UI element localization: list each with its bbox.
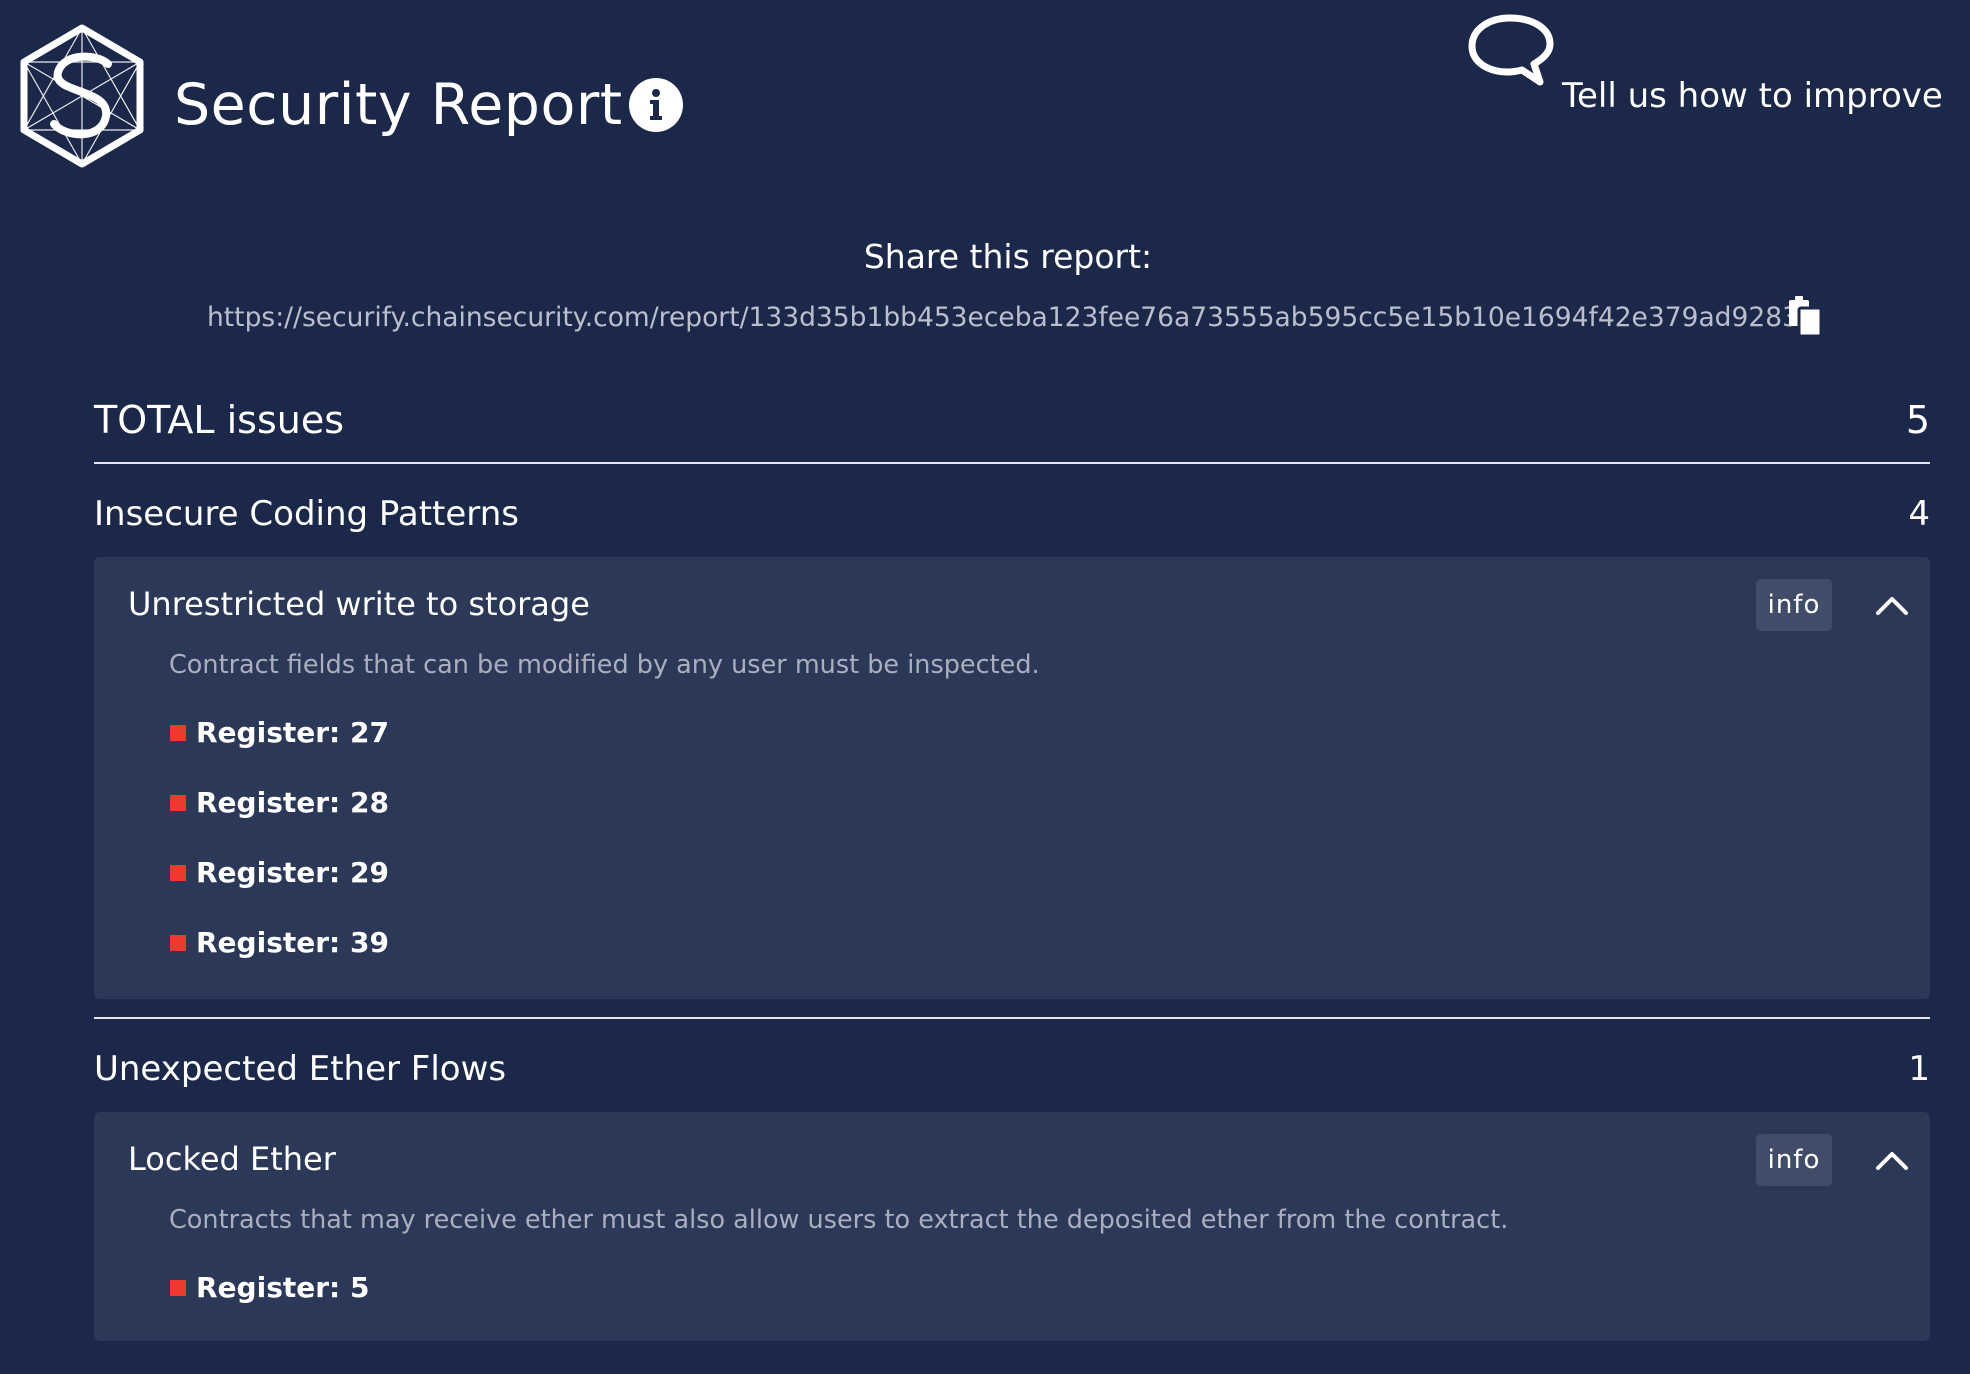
issue-card-locked-ether: Locked Ether info Contracts that may rec… [94,1112,1930,1341]
finding-bullet [170,725,186,741]
finding-label: Register: 27 [196,716,389,749]
finding-bullet [170,1280,186,1296]
page-title: Security Report [174,72,623,138]
category-row-insecure-coding-patterns: Insecure Coding Patterns 4 [94,486,1930,542]
finding-label: Register: 29 [196,856,389,889]
feedback-label: Tell us how to improve [1562,76,1943,116]
issue-description: Contract fields that can be modified by … [169,650,1040,680]
category-count: 1 [1908,1049,1930,1089]
category-count: 4 [1908,494,1930,534]
finding-bullet [170,935,186,951]
divider [94,1017,1930,1019]
finding-item[interactable]: Register: 28 [170,783,389,853]
speech-bubble-icon [1468,14,1554,86]
chevron-up-icon[interactable] [1872,1140,1912,1180]
total-issues-label: TOTAL issues [94,398,345,442]
info-circle-icon[interactable] [629,78,683,132]
category-row-unexpected-ether-flows: Unexpected Ether Flows 1 [94,1041,1930,1097]
finding-item[interactable]: Register: 27 [170,713,389,783]
finding-item[interactable]: Register: 29 [170,853,389,923]
finding-item[interactable]: Register: 5 [170,1268,369,1338]
category-name: Unexpected Ether Flows [94,1049,507,1089]
chevron-up-icon[interactable] [1872,585,1912,625]
category-name: Insecure Coding Patterns [94,494,519,534]
finding-list: Register: 27 Register: 28 Register: 29 R… [170,713,389,993]
total-issues-count: 5 [1905,398,1930,442]
securify-logo-icon [20,24,144,168]
finding-label: Register: 28 [196,786,389,819]
issue-card-unrestricted-write: Unrestricted write to storage info Contr… [94,557,1930,999]
feedback-link[interactable]: Tell us how to improve [1466,12,1946,122]
clipboard-copy-icon[interactable] [1787,296,1823,338]
share-title: Share this report: [863,237,1153,276]
finding-list: Register: 5 [170,1268,369,1338]
total-issues-row: TOTAL issues 5 [94,390,1930,450]
issue-title: Unrestricted write to storage [128,585,590,623]
finding-bullet [170,795,186,811]
divider [94,462,1930,464]
finding-item[interactable]: Register: 39 [170,923,389,993]
info-button[interactable]: info [1756,579,1832,631]
issue-description: Contracts that may receive ether must al… [169,1205,1509,1235]
finding-label: Register: 39 [196,926,389,959]
issue-title: Locked Ether [128,1140,336,1178]
info-button[interactable]: info [1756,1134,1832,1186]
report-header: Security Report Tell us how to improve [0,0,1970,190]
finding-bullet [170,865,186,881]
finding-label: Register: 5 [196,1271,370,1304]
share-row: https://securify.chainsecurity.com/repor… [207,296,1827,340]
share-url-link[interactable]: https://securify.chainsecurity.com/repor… [207,296,1799,340]
